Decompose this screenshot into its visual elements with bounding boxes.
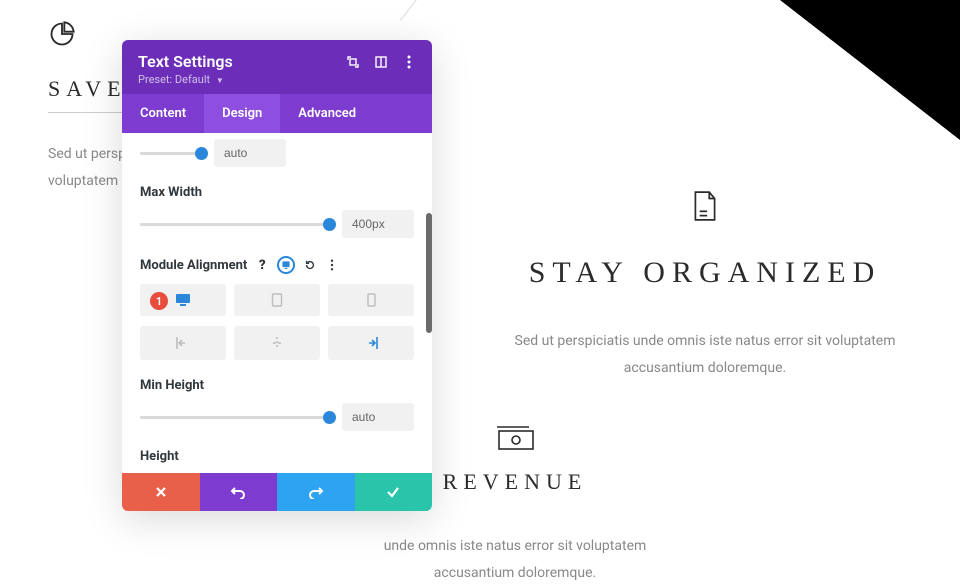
- revenue-body: unde omnis iste natus error sit voluptat…: [365, 533, 665, 586]
- align-center-button[interactable]: [234, 326, 320, 360]
- max-width-label: Max Width: [140, 185, 414, 200]
- more-icon[interactable]: [402, 55, 416, 69]
- module-alignment-label: Module Alignment: [140, 258, 247, 273]
- height-label: Height: [140, 449, 414, 464]
- device-tablet-button[interactable]: [234, 284, 320, 316]
- redo-button[interactable]: [277, 473, 355, 511]
- tab-design[interactable]: Design: [204, 94, 280, 133]
- responsive-icon[interactable]: [277, 256, 295, 274]
- tab-content[interactable]: Content: [122, 94, 204, 133]
- save-button[interactable]: [355, 473, 433, 511]
- decorative-triangle: [780, 0, 960, 140]
- undo-button[interactable]: [200, 473, 278, 511]
- pie-chart-icon: [48, 20, 76, 48]
- slider-prev[interactable]: [140, 152, 202, 155]
- panel-header: Text Settings Preset: Default ▼: [122, 40, 432, 94]
- chevron-down-icon: ▼: [216, 76, 224, 85]
- preset-dropdown[interactable]: Preset: Default ▼: [138, 73, 416, 86]
- money-icon: [495, 425, 535, 451]
- width-value-input[interactable]: [214, 139, 286, 167]
- feature-right-column: STAY ORGANIZED Sed ut perspiciatis unde …: [490, 190, 920, 381]
- alignment-selector: [140, 326, 414, 360]
- panel-tabs: Content Design Advanced: [122, 94, 432, 133]
- expand-icon[interactable]: [346, 55, 360, 69]
- slider-handle-icon[interactable]: [323, 411, 336, 424]
- panel-body: Max Width Module Alignment ?: [122, 133, 432, 473]
- device-phone-button[interactable]: [328, 284, 414, 316]
- min-height-input[interactable]: [342, 403, 414, 431]
- snap-icon[interactable]: [374, 55, 388, 69]
- tab-advanced[interactable]: Advanced: [280, 94, 374, 133]
- help-icon[interactable]: ?: [255, 258, 269, 272]
- panel-footer: [122, 473, 432, 511]
- cancel-button[interactable]: [122, 473, 200, 511]
- min-height-slider[interactable]: [140, 416, 330, 419]
- slider-handle-icon[interactable]: [323, 218, 336, 231]
- reset-icon[interactable]: [303, 258, 317, 272]
- scrollbar-thumb[interactable]: [426, 213, 432, 333]
- panel-title: Text Settings: [138, 52, 332, 71]
- max-width-input[interactable]: [342, 210, 414, 238]
- preset-label: Preset: Default: [138, 73, 210, 86]
- text-settings-panel: Text Settings Preset: Default ▼ Content …: [122, 40, 432, 511]
- device-selector: 1: [140, 284, 414, 316]
- step-badge: 1: [150, 292, 168, 310]
- align-left-button[interactable]: [140, 326, 226, 360]
- min-height-label: Min Height: [140, 378, 414, 393]
- right-heading: STAY ORGANIZED: [490, 256, 920, 300]
- right-body: Sed ut perspiciatis unde omnis iste natu…: [490, 328, 920, 381]
- slider-handle-icon[interactable]: [195, 147, 208, 160]
- max-width-slider[interactable]: [140, 223, 330, 226]
- align-right-button[interactable]: [328, 326, 414, 360]
- options-icon[interactable]: [325, 258, 339, 272]
- document-icon: [692, 190, 718, 222]
